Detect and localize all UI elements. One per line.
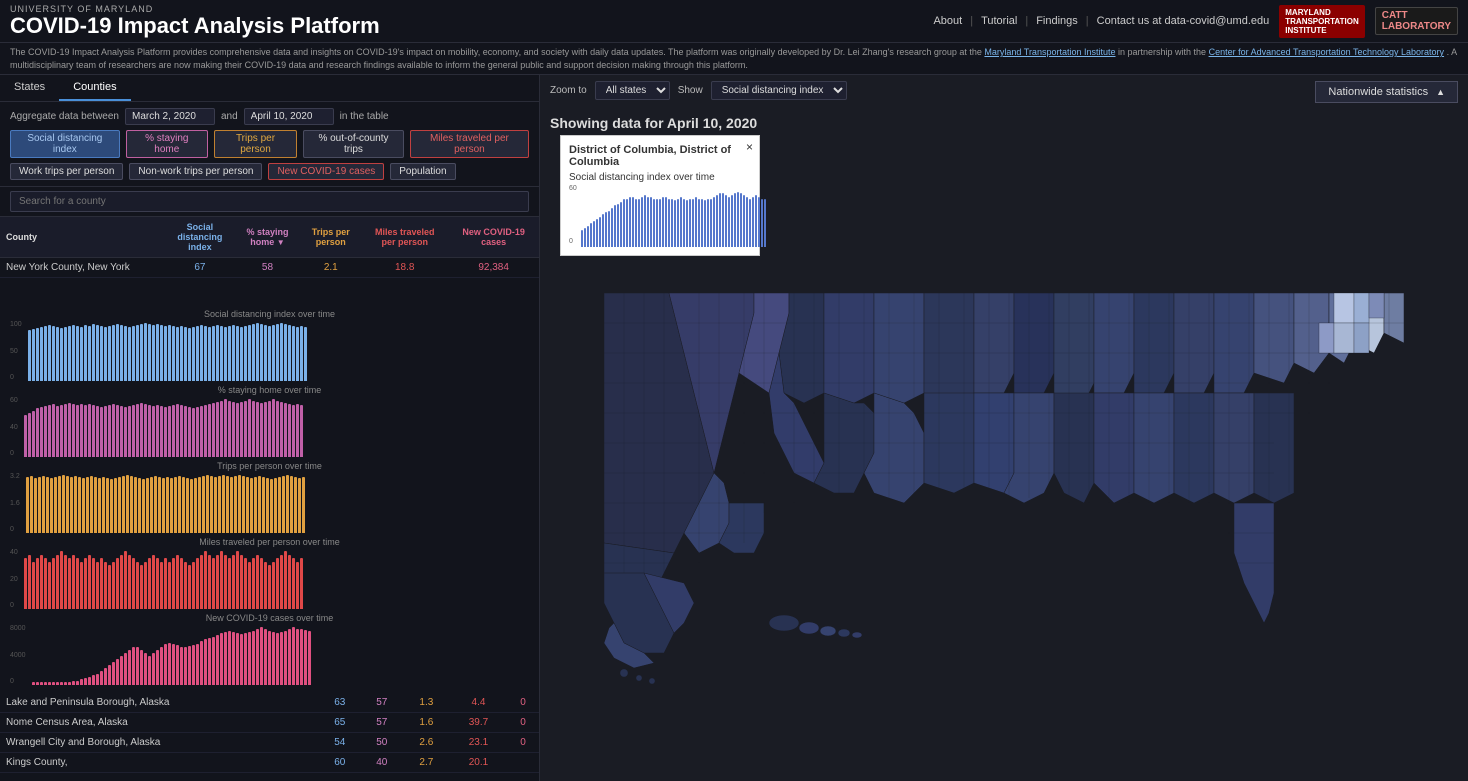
date-range-row: Aggregate data between and in the table bbox=[10, 108, 529, 125]
chart-0: Social distancing index over time 100500 bbox=[10, 309, 529, 381]
map-controls: Zoom to All states Show Social distancin… bbox=[550, 81, 847, 100]
tab-counties[interactable]: Counties bbox=[59, 75, 130, 101]
and-label: and bbox=[221, 111, 238, 122]
data-table: County Socialdistancingindex % stayingho… bbox=[0, 217, 539, 278]
table-row[interactable]: New York County, New York 67 58 2.1 18.8… bbox=[0, 258, 539, 278]
app-title: COVID-19 Impact Analysis Platform bbox=[10, 14, 380, 38]
col-header-social[interactable]: Socialdistancingindex bbox=[165, 217, 234, 258]
table-row[interactable]: Kings County, 60 40 2.7 20.1 bbox=[0, 753, 539, 773]
date-start-input[interactable] bbox=[125, 108, 215, 125]
filter-out-county[interactable]: % out-of-county trips bbox=[303, 130, 404, 158]
table-row[interactable]: Nome Census Area, Alaska 65 57 1.6 39.7 … bbox=[0, 713, 539, 733]
nationwide-stats-button[interactable]: Nationwide statistics bbox=[1315, 81, 1458, 103]
chart-axis-4: 800040000 bbox=[10, 625, 26, 685]
right-panel: Zoom to All states Show Social distancin… bbox=[540, 75, 1468, 781]
map-date-label: Showing data for April 10, 2020 bbox=[550, 115, 757, 131]
nav-findings[interactable]: Findings bbox=[1036, 15, 1078, 27]
tabs-row: States Counties bbox=[0, 75, 539, 102]
filter-trips[interactable]: Trips per person bbox=[214, 130, 297, 158]
chart-bars-0 bbox=[28, 321, 307, 381]
chart-3: Miles traveled per person over time 40200 bbox=[10, 537, 529, 609]
chart-title-1: % staying home over time bbox=[10, 385, 529, 395]
filter-nonwork-trips[interactable]: Non-work trips per person bbox=[129, 163, 262, 180]
chart-title-0: Social distancing index over time bbox=[10, 309, 529, 319]
header-left: UNIVERSITY OF MARYLAND COVID-19 Impact A… bbox=[10, 4, 380, 38]
filters-row1: Social distancing index % staying home T… bbox=[10, 130, 529, 158]
table-row[interactable]: Lake and Peninsula Borough, Alaska 63 57… bbox=[0, 693, 539, 713]
col-header-staying[interactable]: % stayinghome ▼ bbox=[235, 217, 301, 258]
tooltip-chart bbox=[581, 187, 766, 247]
date-end-input[interactable] bbox=[244, 108, 334, 125]
col-header-miles[interactable]: Miles traveledper person bbox=[361, 217, 448, 258]
catt-logo: CATTLABORATORY bbox=[1375, 7, 1458, 35]
tooltip-close-button[interactable]: × bbox=[746, 140, 753, 154]
chart-axis-1: 60400 bbox=[10, 397, 18, 457]
chart-axis-3: 40200 bbox=[10, 549, 18, 609]
filter-work-trips[interactable]: Work trips per person bbox=[10, 163, 123, 180]
col-header-covid[interactable]: New COVID-19cases bbox=[448, 217, 539, 258]
mti-logo: MARYLANDTRANSPORTATIONINSTITUTE bbox=[1279, 5, 1364, 38]
chart-4: New COVID-19 cases over time 800040000 bbox=[10, 613, 529, 685]
filter-miles[interactable]: Miles traveled per person bbox=[410, 130, 529, 158]
header-right: About | Tutorial | Findings | Contact us… bbox=[933, 5, 1458, 38]
search-row bbox=[0, 187, 539, 217]
tooltip-title: District of Columbia, District of Columb… bbox=[569, 144, 751, 168]
mti-link[interactable]: Maryland Transportation Institute bbox=[984, 47, 1115, 57]
in-table-label: in the table bbox=[340, 111, 389, 122]
header: UNIVERSITY OF MARYLAND COVID-19 Impact A… bbox=[0, 0, 1468, 43]
filters-row2: Work trips per person Non-work trips per… bbox=[10, 163, 529, 180]
controls: Aggregate data between and in the table … bbox=[0, 102, 539, 187]
main-content: States Counties Aggregate data between a… bbox=[0, 75, 1468, 781]
left-panel: States Counties Aggregate data between a… bbox=[0, 75, 540, 781]
chart-title-2: Trips per person over time bbox=[10, 461, 529, 471]
zoom-select[interactable]: All states bbox=[595, 81, 670, 100]
catt-link[interactable]: Center for Advanced Transportation Techn… bbox=[1209, 47, 1444, 57]
filter-social[interactable]: Social distancing index bbox=[10, 130, 120, 158]
zoom-label: Zoom to bbox=[550, 85, 587, 96]
nav-tutorial[interactable]: Tutorial bbox=[981, 15, 1017, 27]
chart-title-3: Miles traveled per person over time bbox=[10, 537, 529, 547]
search-input[interactable] bbox=[10, 191, 529, 212]
aggregate-label: Aggregate data between bbox=[10, 111, 119, 122]
nav-about[interactable]: About bbox=[933, 15, 962, 27]
chart-bars-3 bbox=[24, 549, 303, 609]
nationwide-stats-label: Nationwide statistics bbox=[1328, 86, 1428, 98]
chart-axis-0: 100500 bbox=[10, 321, 22, 381]
filter-staying[interactable]: % staying home bbox=[126, 130, 208, 158]
col-header-county: County bbox=[0, 217, 165, 258]
map-tooltip: × District of Columbia, District of Colu… bbox=[560, 135, 760, 256]
table-container[interactable]: County Socialdistancingindex % stayingho… bbox=[0, 217, 539, 305]
chart-bars-4 bbox=[32, 625, 311, 685]
charts-area: Social distancing index over time 100500%… bbox=[0, 305, 539, 693]
table-row[interactable]: Wrangell City and Borough, Alaska 54 50 … bbox=[0, 733, 539, 753]
data-table-bottom: Lake and Peninsula Borough, Alaska 63 57… bbox=[0, 693, 539, 773]
nav-contact[interactable]: Contact us at data-covid@umd.edu bbox=[1097, 15, 1270, 27]
chart-bars-2 bbox=[26, 473, 305, 533]
tooltip-subtitle: Social distancing index over time bbox=[569, 172, 751, 183]
col-header-trips[interactable]: Trips perperson bbox=[300, 217, 361, 258]
table-container-bottom[interactable]: Lake and Peninsula Borough, Alaska 63 57… bbox=[0, 693, 539, 781]
filter-population[interactable]: Population bbox=[390, 163, 455, 180]
nav-links: About | Tutorial | Findings | Contact us… bbox=[933, 15, 1269, 27]
chart-2: Trips per person over time 3.21.60 bbox=[10, 461, 529, 533]
show-select[interactable]: Social distancing index bbox=[711, 81, 847, 100]
filter-covid-cases[interactable]: New COVID-19 cases bbox=[268, 163, 384, 180]
description: The COVID-19 Impact Analysis Platform pr… bbox=[0, 43, 1468, 75]
show-label: Show bbox=[678, 85, 703, 96]
chart-bars-1 bbox=[24, 397, 303, 457]
chart-1: % staying home over time 60400 bbox=[10, 385, 529, 457]
tab-states[interactable]: States bbox=[0, 75, 59, 101]
chart-axis-2: 3.21.60 bbox=[10, 473, 20, 533]
chart-title-4: New COVID-19 cases over time bbox=[10, 613, 529, 623]
